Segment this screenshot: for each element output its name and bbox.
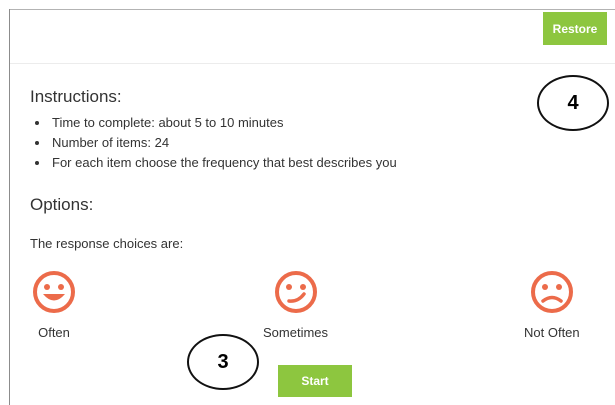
choice-not-often: Not Often bbox=[524, 270, 580, 340]
choice-sometimes: Sometimes bbox=[263, 270, 328, 340]
choice-label-sometimes: Sometimes bbox=[263, 325, 329, 340]
restore-button[interactable]: Restore bbox=[543, 12, 607, 45]
instruction-item: Time to complete: about 5 to 10 minutes bbox=[50, 113, 397, 133]
start-button[interactable]: Start bbox=[278, 365, 352, 397]
instructions-list: Time to complete: about 5 to 10 minutes … bbox=[30, 113, 397, 173]
callout-marker-restore: 4 bbox=[537, 75, 609, 131]
instructions-title: Instructions: bbox=[30, 87, 122, 106]
instruction-item: Number of items: 24 bbox=[50, 133, 397, 153]
options-title: Options: bbox=[30, 195, 94, 214]
frame-border-top bbox=[10, 9, 615, 10]
instruction-item: For each item choose the frequency that … bbox=[50, 153, 397, 173]
choice-label-not-often: Not Often bbox=[524, 325, 580, 340]
choice-label-often: Often bbox=[38, 325, 70, 340]
sad-face-icon bbox=[530, 271, 573, 313]
response-choices-intro: The response choices are: bbox=[30, 236, 184, 251]
uncertain-face-icon bbox=[274, 271, 317, 313]
frame-border-left bbox=[9, 9, 10, 405]
header-divider bbox=[10, 63, 615, 64]
happy-face-icon bbox=[33, 271, 75, 313]
choice-often: Often bbox=[32, 270, 76, 340]
callout-marker-start: 3 bbox=[187, 334, 259, 390]
